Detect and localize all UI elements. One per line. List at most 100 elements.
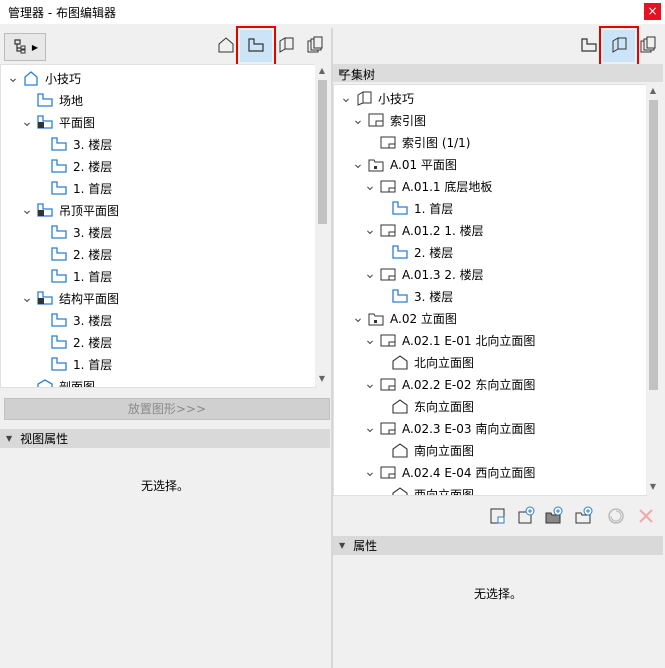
no-selection-text: 无选择。 xyxy=(473,587,522,601)
tree-item[interactable]: ⌄ A.01 平面图 xyxy=(334,153,457,175)
chevron-down-icon[interactable]: ⌄ xyxy=(352,157,364,171)
tree-item[interactable]: ⌄ 结构平面图 xyxy=(1,287,119,309)
layout-book-button-right[interactable] xyxy=(599,26,639,66)
tree-item[interactable]: 1. 首层 xyxy=(1,265,112,287)
chevron-down-icon[interactable]: ⌄ xyxy=(340,91,352,105)
tree-item[interactable]: 西向立面图 xyxy=(334,483,474,495)
properties-header[interactable]: ▼ 属性 xyxy=(333,536,663,555)
view-map-menu-button[interactable]: ▶ xyxy=(4,33,46,61)
new-layout-button[interactable] xyxy=(487,506,509,528)
project-map-button[interactable] xyxy=(210,30,242,62)
tree-item[interactable]: 1. 首层 xyxy=(1,353,112,375)
chevron-down-icon[interactable]: ⌄ xyxy=(364,465,376,479)
tree-item[interactable]: 2. 楼层 xyxy=(1,155,112,177)
delete-button[interactable] xyxy=(635,506,657,528)
tree-item[interactable]: ⌄ 小技巧 xyxy=(1,67,81,89)
house-icon xyxy=(216,35,236,58)
collapse-triangle-icon: ▼ xyxy=(339,541,346,550)
view-properties-header[interactable]: ▼ 视图属性 xyxy=(0,429,330,448)
add-subset-icon xyxy=(574,506,594,529)
story-icon xyxy=(50,223,68,241)
scrollbar-thumb[interactable] xyxy=(318,80,327,224)
tree-item-label: A.02.3 E-03 南向立面图 xyxy=(402,421,536,436)
tree-item-label: A.01.3 2. 楼层 xyxy=(402,267,484,282)
folder-plan-icon xyxy=(36,113,54,131)
tree-item[interactable]: 场地 xyxy=(1,89,83,111)
tree-item[interactable]: ⌄ A.01.2 1. 楼层 xyxy=(334,219,484,241)
tree-item-label: 小技巧 xyxy=(378,91,415,106)
tree-item[interactable]: ⌄ 吊顶平面图 xyxy=(1,199,119,221)
tree-item[interactable]: 1. 首层 xyxy=(334,197,453,219)
tree-item[interactable]: ⌄ A.01.1 底层地板 xyxy=(334,175,492,197)
tree-item-label: 2. 楼层 xyxy=(414,245,454,260)
tree-item[interactable]: 2. 楼层 xyxy=(334,241,453,263)
chevron-down-icon[interactable]: ⌄ xyxy=(21,291,33,305)
place-drawing-button[interactable]: 放置图形>>> xyxy=(4,398,330,420)
chevron-down-icon[interactable]: ⌄ xyxy=(364,421,376,435)
no-selection-text: 无选择。 xyxy=(140,479,189,493)
chevron-down-icon[interactable]: ⌄ xyxy=(7,71,19,85)
tree-item[interactable]: 3. 楼层 xyxy=(334,285,453,307)
tree-item[interactable]: 索引图 (1/1) xyxy=(334,131,471,153)
layout-book-button[interactable] xyxy=(270,30,302,62)
chevron-down-icon[interactable]: ⌄ xyxy=(364,223,376,237)
tree-item[interactable]: ⌄ A.02 立面图 xyxy=(334,307,457,329)
scroll-up-icon[interactable]: ▲ xyxy=(315,64,329,78)
sheet-icon xyxy=(379,221,397,239)
right-tree-scrollbar[interactable]: ▲ ▼ xyxy=(646,84,660,494)
elevation-icon xyxy=(391,397,409,415)
left-pane: ▶ ⌄ 小技巧 场地 ⌄ 平面图 3. 楼层 2. 楼层 1. 首层 ⌄ 吊顶平面图 3. 楼层 2.… xyxy=(0,26,332,664)
sheet-icon xyxy=(379,133,397,151)
tree-structure-icon xyxy=(12,38,28,57)
tree-item[interactable]: 3. 楼层 xyxy=(1,221,112,243)
tree-item[interactable]: ⌄ A.01.3 2. 楼层 xyxy=(334,263,484,285)
scroll-down-icon[interactable]: ▼ xyxy=(315,372,329,386)
tree-item[interactable]: ⌄ A.02.2 E-02 东向立面图 xyxy=(334,373,535,395)
tree-item[interactable]: 2. 楼层 xyxy=(1,243,112,265)
layout-book-tree: ⌄ 小技巧 ⌄ 索引图 索引图 (1/1) ⌄ A.01 平面图 ⌄ A.01.1 底层地板 1.… xyxy=(333,84,647,496)
tree-item[interactable]: 剖面图 xyxy=(1,375,95,387)
tree-item[interactable]: ⌄ 小技巧 xyxy=(334,87,414,109)
left-tree-scrollbar[interactable]: ▲ ▼ xyxy=(315,64,329,386)
new-subset-folder-button[interactable] xyxy=(573,506,595,528)
publisher-sets-button-right[interactable] xyxy=(632,30,664,62)
chevron-down-icon[interactable]: ⌄ xyxy=(21,115,33,129)
tree-item[interactable]: ⌄ A.02.1 E-01 北向立面图 xyxy=(334,329,535,351)
new-subset-button[interactable] xyxy=(543,506,565,528)
chevron-down-icon[interactable]: ⌄ xyxy=(21,203,33,217)
view-map-button-right[interactable] xyxy=(573,30,605,62)
scrollbar-thumb[interactable] xyxy=(649,100,658,390)
story-icon xyxy=(391,243,409,261)
scroll-up-icon[interactable]: ▲ xyxy=(646,84,660,98)
tree-item[interactable]: 南向立面图 xyxy=(334,439,474,461)
tree-item[interactable]: ⌄ 平面图 xyxy=(1,111,95,133)
chevron-down-icon[interactable]: ⌄ xyxy=(364,377,376,391)
chevron-down-icon[interactable]: ⌄ xyxy=(364,179,376,193)
chevron-down-icon[interactable]: ⌄ xyxy=(352,311,364,325)
tree-item[interactable]: 东向立面图 xyxy=(334,395,474,417)
tree-item-label: 平面图 xyxy=(59,115,96,130)
subset-tree-header[interactable]: 子集树 ▶ xyxy=(333,64,663,82)
scroll-down-icon[interactable]: ▼ xyxy=(646,480,660,494)
chevron-down-icon[interactable]: ⌄ xyxy=(352,113,364,127)
tree-item[interactable]: ⌄ A.02.4 E-04 西向立面图 xyxy=(334,461,535,483)
tree-item[interactable]: ⌄ 索引图 xyxy=(334,109,426,131)
tree-item[interactable]: 1. 首层 xyxy=(1,177,112,199)
new-master-layout-button[interactable] xyxy=(515,506,537,528)
close-button[interactable]: × xyxy=(644,3,661,20)
chevron-down-icon[interactable]: ⌄ xyxy=(364,267,376,281)
story-icon xyxy=(50,157,68,175)
tree-item[interactable]: 3. 楼层 xyxy=(1,133,112,155)
tree-item[interactable]: 北向立面图 xyxy=(334,351,474,373)
chevron-down-icon[interactable]: ⌄ xyxy=(364,333,376,347)
publisher-sets-button[interactable] xyxy=(299,30,331,62)
update-button[interactable] xyxy=(605,506,627,528)
tree-item-label: 1. 首层 xyxy=(73,357,113,372)
add-layout-icon xyxy=(516,506,536,529)
tree-item[interactable]: 3. 楼层 xyxy=(1,309,112,331)
view-map-button[interactable] xyxy=(236,26,276,66)
tree-item[interactable]: ⌄ A.02.3 E-03 南向立面图 xyxy=(334,417,535,439)
tree-item-label: 东向立面图 xyxy=(414,399,475,414)
sheet-icon xyxy=(379,463,397,481)
tree-item[interactable]: 2. 楼层 xyxy=(1,331,112,353)
